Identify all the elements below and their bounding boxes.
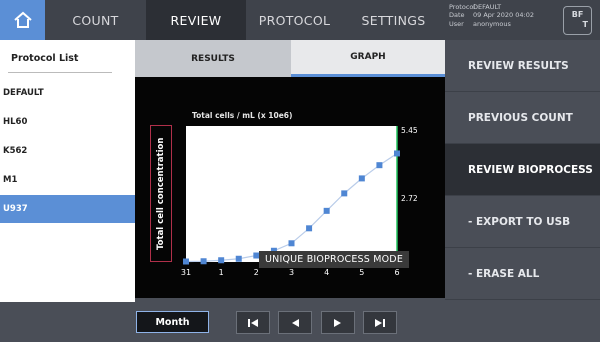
- erase-all-button[interactable]: - ERASE ALL: [445, 248, 600, 300]
- logo-line-1: BF: [571, 10, 584, 19]
- date-label: Date: [449, 11, 465, 20]
- status-info: Protocol DEFAULT Date 09 Apr 2020 04:02 Us…: [449, 3, 559, 28]
- date-value: 09 Apr 2020 04:02: [473, 11, 534, 20]
- protocol-item-k562[interactable]: K562: [0, 137, 135, 165]
- protocol-label: Protocol: [449, 3, 476, 11]
- chart-title: Total cells / mL (x 10e6): [192, 111, 293, 120]
- nav-protocol[interactable]: PROTOCOL: [246, 0, 343, 40]
- protocol-item-hl60[interactable]: HL60: [0, 108, 135, 136]
- nav-settings[interactable]: SETTINGS: [343, 0, 444, 40]
- previous-icon: [292, 318, 299, 327]
- month-button[interactable]: Month: [136, 311, 209, 333]
- bioprocess-mode-caption: UNIQUE BIOPROCESS MODE: [259, 251, 410, 268]
- user-label: User: [449, 19, 464, 28]
- first-page-icon: [248, 318, 258, 327]
- last-page-icon: [375, 318, 385, 327]
- next-icon: [334, 318, 341, 327]
- protocol-item-default[interactable]: DEFAULT: [0, 79, 135, 107]
- protocol-item-u937[interactable]: U937: [0, 195, 135, 223]
- brand-logo: BF T: [563, 6, 592, 35]
- user-value: anonymous: [473, 19, 511, 28]
- divider: [8, 72, 112, 73]
- protocol-value: DEFAULT: [473, 3, 502, 11]
- tab-graph[interactable]: GRAPH: [291, 40, 445, 77]
- first-page-button[interactable]: [236, 311, 270, 334]
- home-button[interactable]: [0, 0, 45, 40]
- nav-review[interactable]: REVIEW: [146, 0, 246, 40]
- logo-line-2: T: [582, 20, 588, 29]
- next-button[interactable]: [321, 311, 355, 334]
- home-icon: [13, 11, 32, 28]
- last-page-button[interactable]: [363, 311, 397, 334]
- protocol-list-title: Protocol List: [11, 53, 79, 64]
- previous-count-button[interactable]: PREVIOUS COUNT: [445, 92, 600, 144]
- export-to-usb-button[interactable]: - EXPORT TO USB: [445, 196, 600, 248]
- tab-results[interactable]: RESULTS: [135, 40, 291, 77]
- review-results-button[interactable]: REVIEW RESULTS: [445, 40, 600, 92]
- previous-button[interactable]: [278, 311, 312, 334]
- nav-count[interactable]: COUNT: [45, 0, 146, 40]
- y-axis-label: Total cell concentration: [156, 137, 166, 250]
- review-bioprocess-button[interactable]: REVIEW BIOPROCESS: [445, 144, 600, 196]
- protocol-item-m1[interactable]: M1: [0, 166, 135, 194]
